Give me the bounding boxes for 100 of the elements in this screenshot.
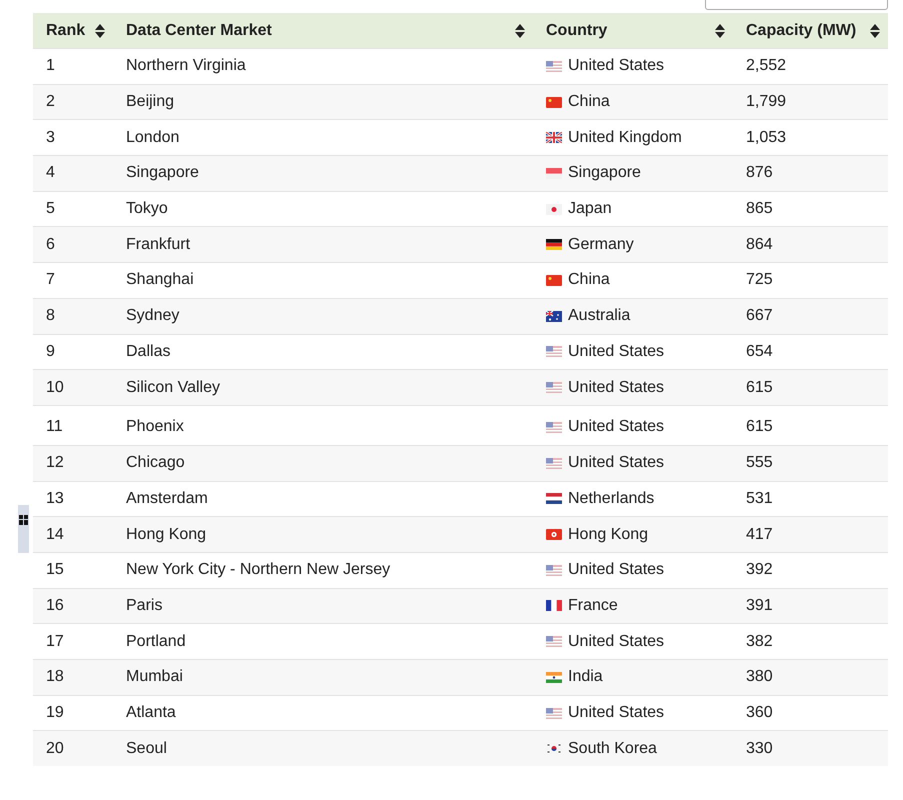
flag-icon	[546, 382, 562, 394]
table-cell-text: Singapore	[126, 163, 199, 184]
table-cell-text: Hong Kong	[126, 524, 206, 545]
table-cell-text: 382	[746, 632, 773, 652]
flag-icon	[546, 493, 562, 504]
table-cell-text: United States	[568, 342, 664, 362]
sort-icon[interactable]	[870, 24, 880, 38]
flag-icon	[546, 132, 562, 144]
flag-icon	[546, 672, 562, 683]
table-cell-text: South Korea	[568, 738, 657, 759]
table-cell-text: 555	[746, 453, 773, 474]
table-cell-text: 20	[46, 738, 64, 759]
table-cell-text: 615	[746, 378, 773, 398]
table-cell-text: Hong Kong	[568, 524, 648, 545]
table-cell-text: Northern Virginia	[126, 56, 246, 76]
table-cell-text: 392	[746, 560, 773, 580]
table-cell-text: Atlanta	[126, 703, 176, 724]
flag-icon	[546, 204, 562, 215]
table-cell-text: 330	[746, 738, 773, 759]
table-cell-text: 380	[746, 667, 773, 688]
table-cell-text: Amsterdam	[126, 488, 208, 509]
flag-icon	[546, 708, 562, 719]
table-cell-text: Beijing	[126, 92, 174, 112]
table-cell-text: 1,799	[746, 92, 786, 112]
table-cell-text: 2	[46, 92, 55, 112]
table-cell-text: Tokyo	[126, 199, 168, 220]
table-cell-text: Silicon Valley	[126, 378, 220, 398]
table-cell-text: Australia	[568, 306, 630, 326]
table-cell-text: United States	[568, 632, 664, 652]
table-cell-text: 9	[46, 342, 55, 362]
table-cell-text: 10	[46, 378, 64, 398]
table-cell-text: 2,552	[746, 56, 786, 76]
table-cell-text: United States	[568, 56, 664, 76]
table-cell-text: Singapore	[568, 163, 641, 184]
table-cell-text: Germany	[568, 234, 634, 255]
table-cell-text: 18	[46, 667, 64, 688]
table-cell-text: 360	[746, 703, 773, 724]
flag-icon	[546, 274, 562, 286]
table-cell-text: Portland	[126, 632, 186, 652]
table-cell-text: 531	[746, 488, 773, 509]
grid-icon	[19, 515, 28, 525]
table-cell-text: 1	[46, 56, 55, 76]
table-cell-text: United States	[568, 453, 664, 474]
table-cell-text: 11	[46, 417, 63, 438]
sort-icon[interactable]	[715, 24, 725, 38]
column-header[interactable]: Capacity (MW)	[746, 18, 856, 42]
table-cell-text: 865	[746, 199, 773, 220]
table-cell-text: India	[568, 667, 603, 688]
column-header[interactable]: Rank	[46, 18, 86, 42]
table-cell-text: France	[568, 596, 618, 616]
column-header[interactable]: Country	[546, 18, 608, 42]
flag-icon	[546, 458, 562, 469]
sort-icon[interactable]	[95, 24, 105, 38]
table-cell-text: Mumbai	[126, 667, 183, 688]
table-cell-text: United States	[568, 378, 664, 398]
table-cell-text: United Kingdom	[568, 128, 682, 148]
table-cell-text: China	[568, 92, 610, 112]
flag-icon	[546, 60, 562, 72]
table-cell-text: 615	[746, 417, 773, 438]
table-cell-text: United States	[568, 417, 664, 438]
table-cell-text: Paris	[126, 596, 162, 616]
table-cell-text: 391	[746, 596, 773, 616]
table-cell-text: 12	[46, 453, 64, 474]
table-cell-text: 15	[46, 560, 64, 580]
flag-icon	[546, 743, 562, 754]
flag-icon	[546, 422, 562, 433]
flag-icon	[546, 564, 562, 576]
table-cell-text: 19	[46, 703, 64, 724]
flag-icon	[546, 636, 562, 648]
sort-icon[interactable]	[515, 24, 525, 38]
table-cell-text: London	[126, 128, 180, 148]
table-cell-text: Frankfurt	[126, 234, 190, 255]
table-cell-text: 5	[46, 199, 55, 220]
table-cell-text: New York City - Northern New Jersey	[126, 560, 390, 580]
table-cell-text: Chicago	[126, 453, 185, 474]
table-cell-text: 17	[46, 632, 64, 652]
table-cell-text: China	[568, 270, 610, 290]
table-cell-text: 8	[46, 306, 55, 326]
table-cell-text: Japan	[568, 199, 612, 220]
flag-icon	[546, 529, 562, 540]
table-cell-text: United States	[568, 560, 664, 580]
table-cell-text: Shanghai	[126, 270, 194, 290]
flag-icon	[546, 310, 562, 322]
column-header[interactable]: Data Center Market	[126, 18, 272, 42]
table-cell-text: 4	[46, 163, 55, 184]
table-cell-text: United States	[568, 703, 664, 724]
side-tab[interactable]	[18, 505, 29, 553]
table-cell-text: Seoul	[126, 738, 167, 759]
table-cell-text: 725	[746, 270, 773, 290]
flag-icon	[546, 96, 562, 108]
flag-icon	[546, 346, 562, 358]
table-cell-text: 667	[746, 306, 773, 326]
table-cell-text: Netherlands	[568, 488, 654, 509]
table-cell-text: 864	[746, 234, 773, 255]
table-cell-text: 3	[46, 128, 55, 148]
table-cell-text: Sydney	[126, 306, 180, 326]
table-cell-text: Dallas	[126, 342, 170, 362]
table-cell-text: 6	[46, 234, 55, 255]
flag-icon	[546, 239, 562, 250]
table-cell-text: 654	[746, 342, 773, 362]
